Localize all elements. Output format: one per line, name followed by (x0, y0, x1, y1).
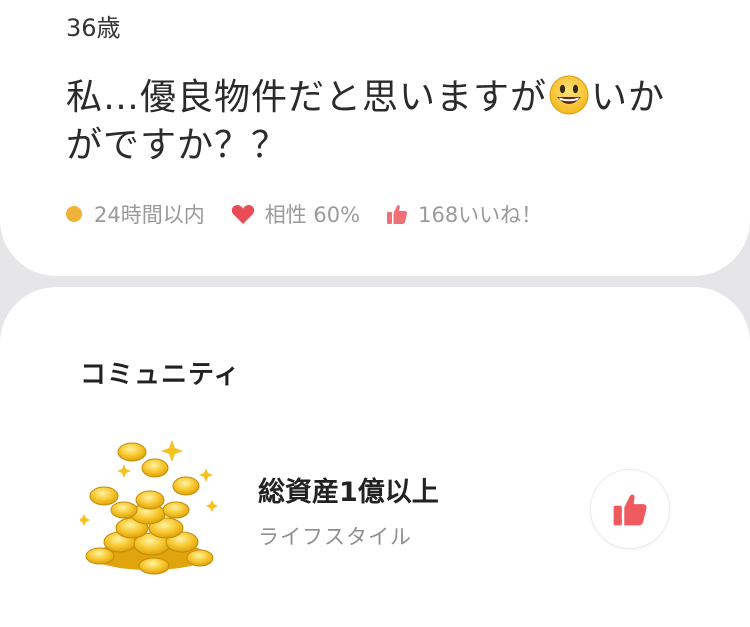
profile-card: 36歳 私…優良物件だと思いますが いかがですか？？ 24時間以内 相性 60% (0, 0, 750, 276)
thumbs-up-icon (387, 205, 408, 224)
like-count: 168いいね！ (386, 199, 542, 229)
community-name[interactable]: 総資産1億以上 (258, 470, 439, 509)
login-status-text: 24時間以内 (94, 203, 205, 227)
age-label: 36歳 (66, 14, 121, 42)
community-section-title: コミュニティ (80, 360, 241, 390)
community-category: ライフスタイル (258, 525, 412, 549)
profile-meta: 24時間以内 相性 60% 168いいね！ (66, 200, 568, 228)
grinning-face-emoji-icon (549, 75, 589, 115)
community-like-button[interactable] (590, 469, 670, 549)
login-status: 24時間以内 (66, 199, 205, 229)
compatibility-text: 相性 60% (264, 203, 361, 227)
message-text-1: 私…優良物件だと思いますが (66, 77, 548, 118)
online-status-dot-icon (66, 206, 82, 222)
gold-coins-image[interactable] (80, 438, 220, 578)
like-count-text: 168いいね！ (418, 203, 543, 227)
thumbs-up-icon (613, 494, 647, 526)
compatibility: 相性 60% (231, 199, 360, 229)
heart-icon (231, 204, 254, 224)
profile-message: 私…優良物件だと思いますが いかがですか？？ (66, 74, 686, 170)
